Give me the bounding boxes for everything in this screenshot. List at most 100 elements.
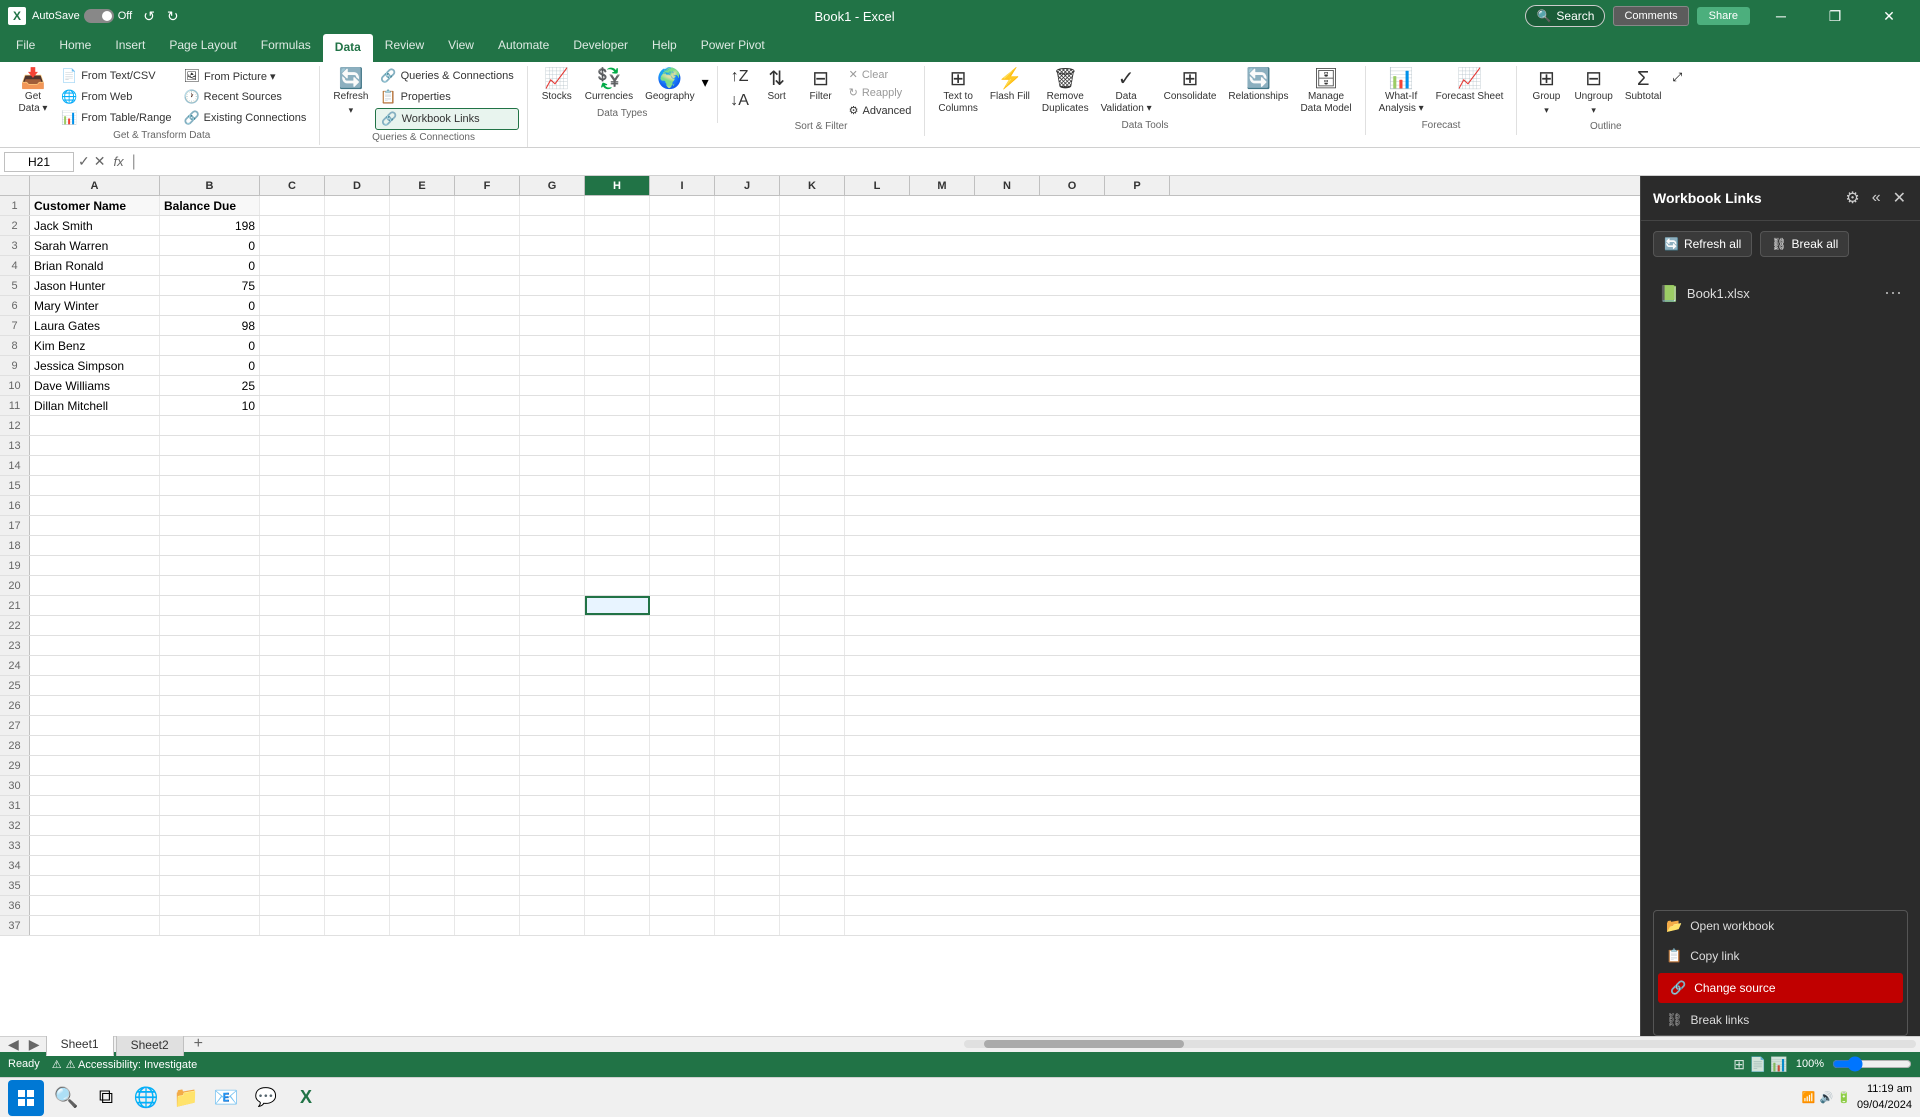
row-num-24[interactable]: 24 — [0, 656, 30, 675]
cell-d31[interactable] — [325, 796, 390, 815]
row-num-3[interactable]: 3 — [0, 236, 30, 255]
col-header-m[interactable]: M — [910, 176, 975, 195]
cell-k29[interactable] — [780, 756, 845, 775]
cell-h12[interactable] — [585, 416, 650, 435]
col-header-a[interactable]: A — [30, 176, 160, 195]
row-num-27[interactable]: 27 — [0, 716, 30, 735]
row-num-29[interactable]: 29 — [0, 756, 30, 775]
cell-b34[interactable] — [160, 856, 260, 875]
cell-g15[interactable] — [520, 476, 585, 495]
tab-view[interactable]: View — [436, 32, 486, 62]
cell-d28[interactable] — [325, 736, 390, 755]
cell-h29[interactable] — [585, 756, 650, 775]
flash-fill-button[interactable]: ⚡ Flash Fill — [985, 66, 1035, 106]
cell-k31[interactable] — [780, 796, 845, 815]
cell-j32[interactable] — [715, 816, 780, 835]
row-num-5[interactable]: 5 — [0, 276, 30, 295]
cell-c36[interactable] — [260, 896, 325, 915]
cell-b26[interactable] — [160, 696, 260, 715]
row-num-28[interactable]: 28 — [0, 736, 30, 755]
cell-g6[interactable] — [520, 296, 585, 315]
col-header-h[interactable]: H — [585, 176, 650, 195]
cell-f5[interactable] — [455, 276, 520, 295]
cell-e10[interactable] — [390, 376, 455, 395]
cell-j34[interactable] — [715, 856, 780, 875]
cell-f37[interactable] — [455, 916, 520, 935]
cell-b11[interactable]: 10 — [160, 396, 260, 415]
col-header-c[interactable]: C — [260, 176, 325, 195]
cell-i33[interactable] — [650, 836, 715, 855]
cell-a27[interactable] — [30, 716, 160, 735]
cell-i29[interactable] — [650, 756, 715, 775]
cell-a10[interactable]: Dave Williams — [30, 376, 160, 395]
tab-formulas[interactable]: Formulas — [249, 32, 323, 62]
ungroup-button[interactable]: ⊟ Ungroup ▾ — [1569, 66, 1617, 119]
cell-d23[interactable] — [325, 636, 390, 655]
cell-g23[interactable] — [520, 636, 585, 655]
tab-automate[interactable]: Automate — [486, 32, 561, 62]
cell-c14[interactable] — [260, 456, 325, 475]
cell-d19[interactable] — [325, 556, 390, 575]
row-num-32[interactable]: 32 — [0, 816, 30, 835]
cell-b27[interactable] — [160, 716, 260, 735]
cell-g29[interactable] — [520, 756, 585, 775]
cell-j5[interactable] — [715, 276, 780, 295]
cell-e20[interactable] — [390, 576, 455, 595]
cell-e35[interactable] — [390, 876, 455, 895]
cell-d5[interactable] — [325, 276, 390, 295]
cell-i13[interactable] — [650, 436, 715, 455]
cell-b14[interactable] — [160, 456, 260, 475]
cell-b2[interactable]: 198 — [160, 216, 260, 235]
cell-a28[interactable] — [30, 736, 160, 755]
tab-file[interactable]: File — [4, 32, 47, 62]
cell-k12[interactable] — [780, 416, 845, 435]
cell-h18[interactable] — [585, 536, 650, 555]
cell-b36[interactable] — [160, 896, 260, 915]
queries-connections-button[interactable]: 🔗 Queries & Connections — [375, 66, 518, 86]
cell-f6[interactable] — [455, 296, 520, 315]
cell-c7[interactable] — [260, 316, 325, 335]
cell-e2[interactable] — [390, 216, 455, 235]
cell-c32[interactable] — [260, 816, 325, 835]
cell-i15[interactable] — [650, 476, 715, 495]
recent-sources-button[interactable]: 🕐 Recent Sources — [178, 87, 311, 107]
cell-e25[interactable] — [390, 676, 455, 695]
cell-k10[interactable] — [780, 376, 845, 395]
cell-c21[interactable] — [260, 596, 325, 615]
cell-e3[interactable] — [390, 236, 455, 255]
cell-h23[interactable] — [585, 636, 650, 655]
panel-collapse-button[interactable]: « — [1870, 187, 1883, 209]
cell-g34[interactable] — [520, 856, 585, 875]
cell-h27[interactable] — [585, 716, 650, 735]
cell-j30[interactable] — [715, 776, 780, 795]
cell-k30[interactable] — [780, 776, 845, 795]
taskbar-search[interactable]: 🔍 — [48, 1080, 84, 1116]
cell-j25[interactable] — [715, 676, 780, 695]
cell-i20[interactable] — [650, 576, 715, 595]
cell-c6[interactable] — [260, 296, 325, 315]
col-header-l[interactable]: L — [845, 176, 910, 195]
cell-b12[interactable] — [160, 416, 260, 435]
cell-d13[interactable] — [325, 436, 390, 455]
cell-d37[interactable] — [325, 916, 390, 935]
row-num-2[interactable]: 2 — [0, 216, 30, 235]
cell-f27[interactable] — [455, 716, 520, 735]
cell-h31[interactable] — [585, 796, 650, 815]
scroll-thumb[interactable] — [984, 1040, 1184, 1048]
cell-f10[interactable] — [455, 376, 520, 395]
row-num-26[interactable]: 26 — [0, 696, 30, 715]
cell-e9[interactable] — [390, 356, 455, 375]
cell-g11[interactable] — [520, 396, 585, 415]
cell-h3[interactable] — [585, 236, 650, 255]
cell-h8[interactable] — [585, 336, 650, 355]
tab-help[interactable]: Help — [640, 32, 689, 62]
cell-i24[interactable] — [650, 656, 715, 675]
sort-za-button[interactable]: ↓A — [726, 90, 754, 112]
row-num-14[interactable]: 14 — [0, 456, 30, 475]
relationships-button[interactable]: 🔄 Relationships — [1223, 66, 1293, 106]
cell-i17[interactable] — [650, 516, 715, 535]
cell-d26[interactable] — [325, 696, 390, 715]
cell-e17[interactable] — [390, 516, 455, 535]
cell-j18[interactable] — [715, 536, 780, 555]
change-source-menu-item[interactable]: 🔗 Change source — [1658, 973, 1903, 1003]
